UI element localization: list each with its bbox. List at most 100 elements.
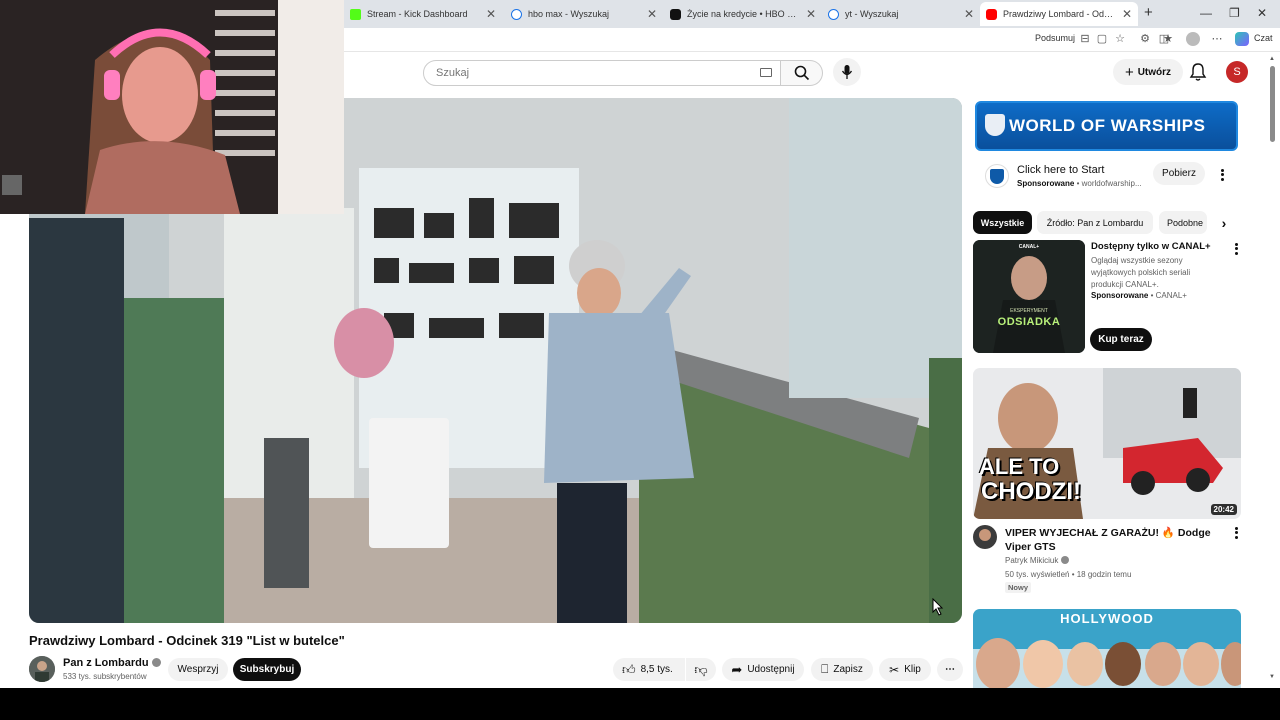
chips-next-icon[interactable]: › [1213, 212, 1235, 234]
tab-title: Prawdziwy Lombard - Odcine [1003, 9, 1116, 19]
scroll-thumb[interactable] [1270, 66, 1275, 142]
tab-youtube-active[interactable]: Prawdziwy Lombard - Odcine ✕ [980, 2, 1138, 26]
notifications-bell-icon[interactable] [1189, 62, 1207, 82]
more-menu-icon[interactable]: ⋯ [1210, 32, 1224, 46]
video-thumbnail[interactable]: HOLLYWOOD [973, 609, 1241, 688]
subscriber-count: 533 tys. subskrybentów [63, 672, 147, 681]
chat-button[interactable]: Czat [1254, 33, 1273, 43]
scroll-down-icon[interactable]: ▼ [1269, 674, 1275, 680]
search-input[interactable] [424, 61, 744, 85]
chip-all[interactable]: Wszystkie [973, 211, 1032, 234]
tab-title: yt - Wyszukaj [845, 9, 899, 19]
microphone-icon [841, 65, 853, 79]
promo-thumb-title: ODSIADKA [997, 316, 1061, 328]
ad-title[interactable]: Click here to Start [1017, 164, 1104, 176]
close-icon[interactable]: ✕ [486, 7, 496, 21]
scroll-up-icon[interactable]: ▲ [1269, 56, 1275, 62]
favorites-icon[interactable]: ★ [1161, 32, 1175, 46]
warships-logo-icon [985, 114, 1005, 136]
page-scrollbar[interactable]: ▲ ▼ [1266, 52, 1280, 688]
like-count: 8,5 tys. [640, 664, 673, 675]
clip-label: Klip [904, 664, 921, 675]
reading-view-icon[interactable]: ▢ [1095, 32, 1109, 46]
share-arrow-icon: ➦ [731, 661, 743, 677]
like-button[interactable]: 👍︎ 8,5 tys. [613, 658, 685, 681]
tab-hbo-search[interactable]: hbo max - Wyszukaj ✕ [505, 2, 663, 26]
translate-icon[interactable]: ⊟ [1078, 32, 1092, 46]
create-label: Utwórz [1137, 66, 1172, 78]
chip-similar[interactable]: Podobne [1159, 211, 1207, 234]
clip-button[interactable]: ✂ Klip [879, 658, 931, 681]
video-thumbnail[interactable]: ALE TO CHODZI! 20:42 [973, 368, 1241, 519]
profile-icon[interactable] [1186, 32, 1200, 46]
search-icon [828, 8, 839, 20]
close-icon[interactable]: ✕ [806, 7, 816, 21]
youtube-icon [986, 8, 997, 20]
chip-source-channel[interactable]: Źródło: Pan z Lombardu [1037, 211, 1153, 234]
summarize-button[interactable]: Podsumuj [1035, 33, 1075, 43]
new-badge: Nowy [1005, 582, 1032, 593]
promo-thumbnail-image [973, 240, 1085, 353]
minimize-icon[interactable]: — [1200, 6, 1212, 20]
subscribe-button[interactable]: Subskrybuj [233, 658, 301, 681]
close-icon[interactable]: ✕ [964, 7, 974, 21]
support-button[interactable]: Wesprzyj [168, 658, 228, 681]
hbo-icon [670, 8, 681, 20]
tab-kick-dashboard[interactable]: Stream - Kick Dashboard ✕ [344, 2, 502, 26]
favorite-star-icon[interactable]: ☆ [1113, 32, 1127, 46]
share-label: Udostępnij [747, 664, 795, 675]
related-video-title[interactable]: VIPER WYJECHAŁ Z GARAŻU! 🔥 Dodge Viper G… [1005, 526, 1223, 554]
promo-meta: Sponsorowane • CANAL+ [1091, 291, 1187, 300]
search-icon [794, 65, 809, 81]
thumbs-up-icon: 👍︎ [622, 661, 636, 677]
dislike-button[interactable]: 👎︎ [686, 658, 716, 681]
save-button[interactable]: ⎕ Zapisz [811, 658, 873, 681]
channel-avatar-image [973, 525, 997, 549]
close-icon[interactable]: ✕ [1122, 7, 1132, 21]
thumb-text-line-2: CHODZI! [981, 478, 1081, 505]
channel-avatar[interactable] [29, 656, 55, 682]
bookmark-icon: ⎕ [821, 662, 829, 676]
related-video-meta: 50 tys. wyświetleń • 18 godzin temu [1005, 570, 1132, 579]
more-horizontal-icon: ⋯ [945, 664, 955, 675]
video-duration: 20:42 [1210, 504, 1237, 515]
ad-domain: worldofwarship... [1081, 179, 1142, 188]
window-close-icon[interactable]: ✕ [1257, 6, 1267, 20]
kick-icon [350, 8, 361, 20]
ad-more-icon[interactable] [1217, 168, 1227, 182]
create-button[interactable]: + Utwórz [1113, 59, 1183, 85]
ad-sponsored-label: Sponsorowane [1017, 179, 1075, 188]
promo-thumbnail[interactable]: CANAL+ EKSPERYMENT ODSIADKA [973, 240, 1085, 353]
mouse-cursor-icon [932, 598, 944, 616]
channel-avatar[interactable] [973, 525, 997, 549]
thumbs-down-icon: 👎︎ [694, 661, 708, 677]
verified-check-icon [151, 658, 161, 667]
copilot-icon[interactable] [1235, 32, 1249, 46]
tab-hbo-max[interactable]: Życie na kredycie • HBO Max ✕ [664, 2, 822, 26]
video-title: Prawdziwy Lombard - Odcinek 319 "List w … [29, 633, 345, 648]
video-more-icon[interactable] [1231, 526, 1241, 540]
keyboard-icon[interactable] [760, 68, 772, 77]
promo-title[interactable]: Dostępny tylko w CANAL+ [1091, 241, 1231, 252]
extensions-icon[interactable]: ⚙ [1138, 32, 1152, 46]
search-button[interactable] [781, 60, 823, 86]
close-icon[interactable]: ✕ [647, 7, 657, 21]
screen: Stream - Kick Dashboard ✕ hbo max - Wysz… [0, 0, 1280, 688]
promo-buy-button[interactable]: Kup teraz [1090, 328, 1152, 351]
voice-search-button[interactable] [833, 58, 861, 86]
promo-more-icon[interactable] [1231, 242, 1241, 256]
promo-advertiser: CANAL+ [1155, 291, 1187, 300]
share-button[interactable]: ➦ Udostępnij [722, 658, 804, 681]
ad-banner-text: WORLD OF WARSHIPS [1009, 116, 1206, 135]
scissors-icon: ✂ [889, 662, 900, 677]
ad-download-button[interactable]: Pobierz [1153, 162, 1205, 185]
new-tab-icon[interactable]: + [1144, 4, 1153, 21]
ad-banner[interactable]: WORLD OF WARSHIPS [975, 101, 1238, 151]
channel-name[interactable]: Pan z Lombardu [63, 657, 161, 669]
maximize-icon[interactable]: ❐ [1229, 6, 1240, 20]
tab-yt-search[interactable]: yt - Wyszukaj ✕ [822, 2, 980, 26]
account-avatar[interactable]: S [1226, 61, 1248, 83]
search-icon [511, 8, 522, 20]
related-video-channel[interactable]: Patryk Mikiciuk [1005, 556, 1070, 565]
more-actions-button[interactable]: ⋯ [937, 658, 963, 681]
